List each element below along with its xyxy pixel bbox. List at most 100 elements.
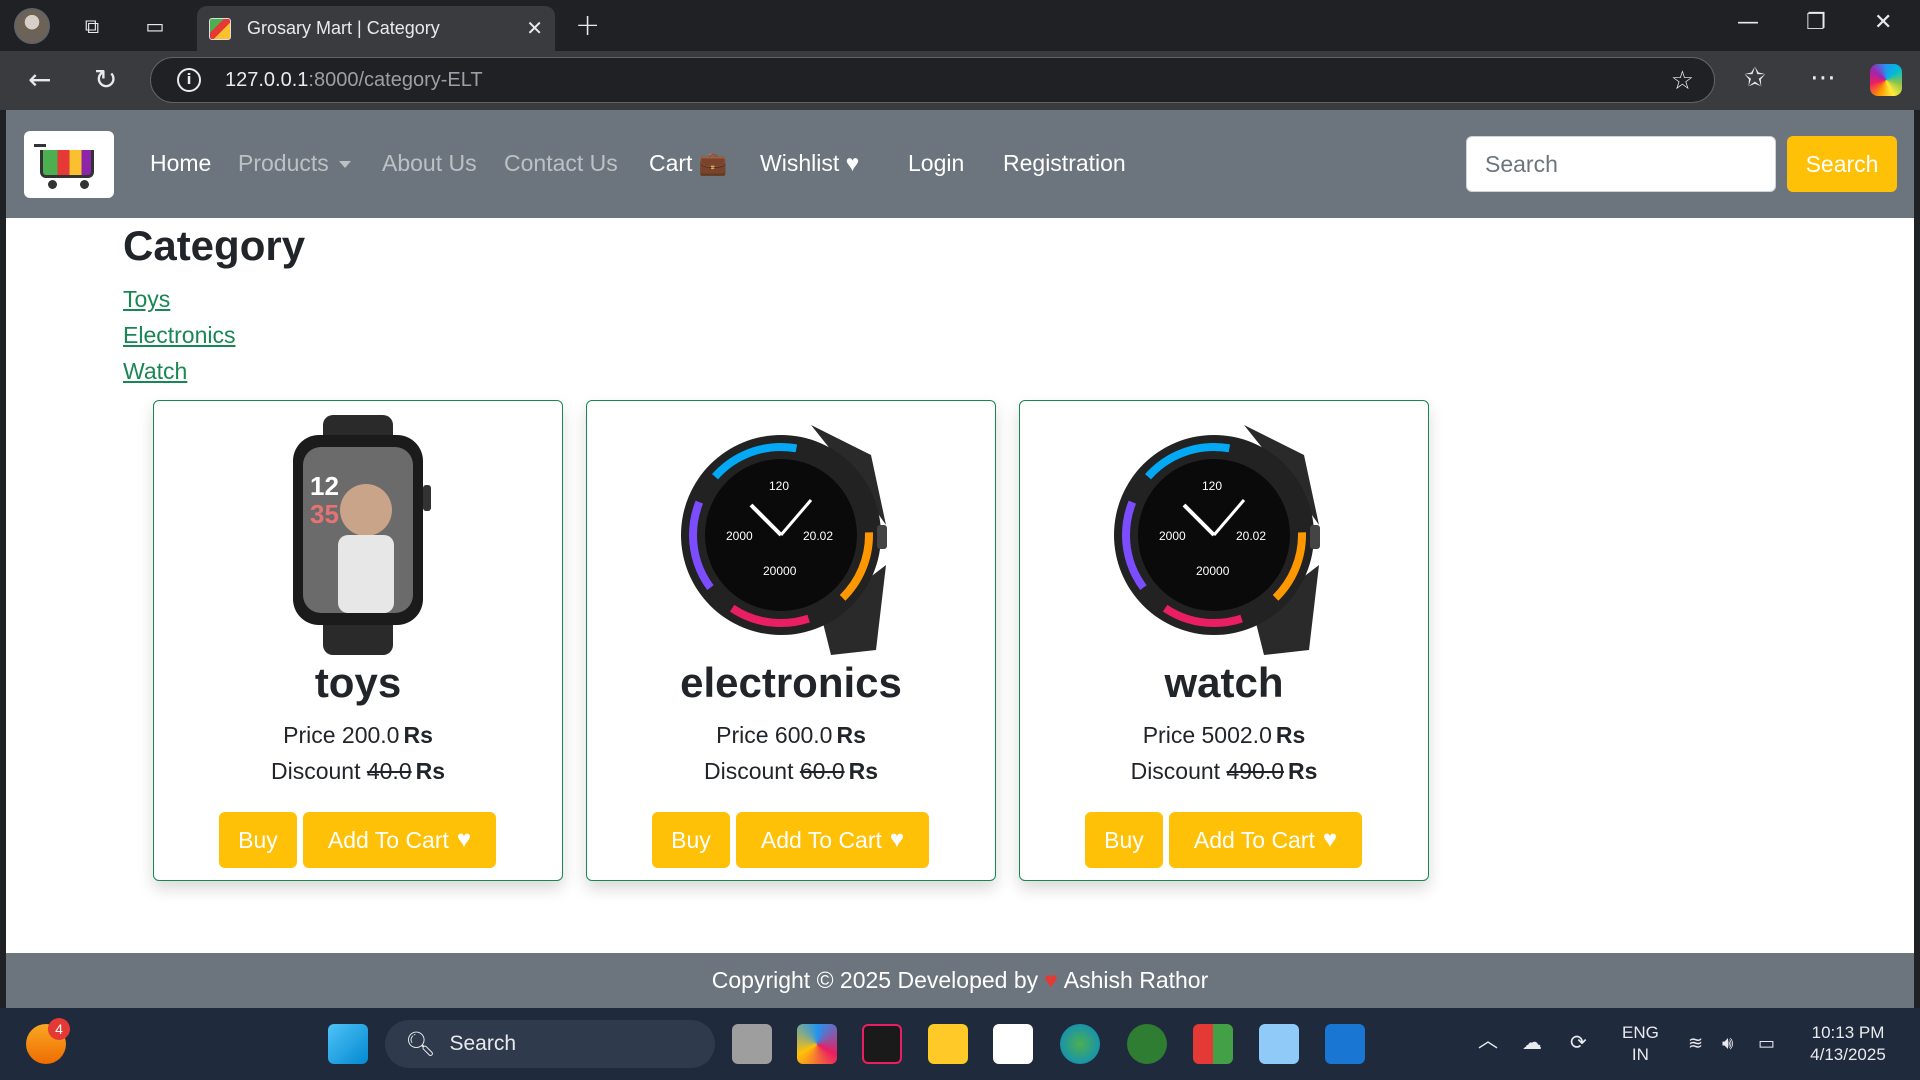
chevron-up-icon[interactable]: ︿ bbox=[1478, 1030, 1498, 1052]
nav-products[interactable]: Products bbox=[238, 150, 351, 177]
product-card: 12 35 toys Price 200.0 Rs Discount 40.0 Rs… bbox=[153, 400, 563, 881]
buy-button[interactable]: Buy bbox=[652, 812, 730, 868]
footer-copyright: Copyright © 2025 Developed by bbox=[711, 967, 1039, 993]
sync-icon[interactable]: ⟳ bbox=[1570, 1032, 1587, 1054]
star-icon[interactable]: ☆ bbox=[1671, 66, 1694, 96]
discount-value: 60.0 bbox=[799, 758, 845, 784]
file-explorer-icon[interactable] bbox=[928, 1024, 968, 1064]
discount-value: 40.0 bbox=[366, 758, 412, 784]
buy-button[interactable]: Buy bbox=[219, 812, 297, 868]
workspaces-icon[interactable]: ⧉ bbox=[76, 10, 108, 42]
currency-label: Rs bbox=[1288, 758, 1318, 784]
add-to-cart-button[interactable]: Add To Cart ♥ bbox=[736, 812, 929, 868]
copilot-app-icon[interactable] bbox=[797, 1024, 837, 1064]
svg-text:20.02: 20.02 bbox=[803, 529, 833, 543]
footer-author: Ashish Rathor bbox=[1063, 967, 1209, 993]
product-card: 120 2000 20.02 20000 electronics Price 6… bbox=[586, 400, 996, 881]
close-window-icon[interactable]: ✕ bbox=[1874, 10, 1892, 35]
site-logo[interactable] bbox=[24, 131, 114, 198]
nav-login[interactable]: Login bbox=[908, 150, 964, 177]
edge-icon[interactable] bbox=[1060, 1024, 1100, 1064]
battery-icon[interactable]: ▭ bbox=[1758, 1032, 1775, 1054]
app-icon[interactable] bbox=[1259, 1024, 1299, 1064]
nav-cart[interactable]: Cart 💼 bbox=[649, 150, 727, 177]
site-footer: Copyright © 2025 Developed by ♥ Ashish R… bbox=[6, 953, 1914, 1008]
svg-text:20000: 20000 bbox=[763, 564, 797, 578]
minimize-icon[interactable]: — bbox=[1737, 10, 1759, 35]
task-view-icon[interactable] bbox=[732, 1024, 772, 1064]
site-navbar: Home Products About Us Contact Us Cart 💼… bbox=[6, 110, 1914, 218]
app-grid-icon[interactable] bbox=[1193, 1024, 1233, 1064]
search-button[interactable]: Search bbox=[1787, 136, 1897, 192]
profile-avatar[interactable] bbox=[14, 8, 50, 44]
xbox-icon[interactable] bbox=[1127, 1024, 1167, 1064]
windows-icon[interactable] bbox=[328, 1024, 368, 1064]
category-link-electronics[interactable]: Electronics bbox=[123, 322, 235, 349]
nav-wishlist[interactable]: Wishlist ♥ bbox=[760, 150, 859, 177]
back-icon[interactable]: ← bbox=[28, 63, 51, 96]
currency-label: Rs bbox=[836, 722, 866, 748]
restore-icon[interactable]: ❐ bbox=[1806, 10, 1826, 35]
nav-cart-label: Cart bbox=[649, 150, 693, 176]
more-icon[interactable]: ⋯ bbox=[1810, 63, 1836, 93]
browser-tab-active[interactable]: Grosary Mart | Category ✕ bbox=[197, 6, 555, 51]
tab-close-icon[interactable]: ✕ bbox=[526, 16, 543, 40]
windows-taskbar: 🔍︎ Search ︿ ☁ ⟳ ENG IN ≋ 🔊︎ ▭ 10:13 PM 4/1… bbox=[0, 1008, 1920, 1080]
currency-label: Rs bbox=[1275, 722, 1306, 748]
wifi-icon[interactable]: ≋ bbox=[1688, 1032, 1703, 1054]
price-value: 200.0 bbox=[341, 722, 400, 748]
product-price: Price 5002.0 Rs bbox=[1020, 722, 1428, 749]
price-label: Price bbox=[283, 722, 336, 748]
page-title: Category bbox=[123, 222, 306, 269]
refresh-icon[interactable]: ↻ bbox=[94, 63, 117, 96]
buy-button[interactable]: Buy bbox=[1085, 812, 1163, 868]
heart-icon: ♥ bbox=[456, 826, 472, 853]
taskbar-search[interactable]: 🔍︎ Search bbox=[385, 1020, 715, 1068]
favorites-icon[interactable]: ✩ bbox=[1744, 63, 1766, 93]
language-indicator[interactable]: ENG IN bbox=[1622, 1022, 1659, 1066]
category-link-toys[interactable]: Toys bbox=[123, 286, 170, 313]
new-tab-icon[interactable]: + bbox=[575, 8, 600, 43]
vscode-icon[interactable] bbox=[1325, 1024, 1365, 1064]
product-discount: Discount 490.0 Rs bbox=[1020, 758, 1428, 785]
nav-registration[interactable]: Registration bbox=[1003, 150, 1126, 177]
tab-actions-icon[interactable]: ▭ bbox=[139, 10, 171, 42]
currency-label: Rs bbox=[403, 722, 433, 748]
url-path: :8000/category-ELT bbox=[308, 68, 483, 91]
svg-text:120: 120 bbox=[1202, 479, 1222, 493]
product-title: electronics bbox=[680, 659, 902, 706]
add-to-cart-label: Add To Cart bbox=[760, 826, 882, 853]
cloud-icon[interactable]: ☁ bbox=[1522, 1032, 1542, 1054]
discount-label: Discount bbox=[703, 758, 794, 784]
currency-label: Rs bbox=[848, 758, 879, 784]
language-code: ENG bbox=[1622, 1023, 1659, 1042]
copilot-icon[interactable] bbox=[1870, 64, 1902, 96]
nav-about[interactable]: About Us bbox=[382, 150, 477, 177]
notification-badge: 4 bbox=[48, 1018, 70, 1040]
heart-icon: ♥ bbox=[889, 826, 905, 853]
discount-label: Discount bbox=[1130, 758, 1221, 784]
svg-text:20.02: 20.02 bbox=[1236, 529, 1266, 543]
store-icon[interactable] bbox=[993, 1024, 1033, 1064]
currency-label: Rs bbox=[415, 758, 446, 784]
svg-text:2000: 2000 bbox=[726, 529, 753, 543]
add-to-cart-button[interactable]: Add To Cart ♥ bbox=[303, 812, 496, 868]
product-image-square-smartwatch: 12 35 bbox=[293, 415, 431, 655]
product-image-round-smartwatch: 120 2000 20.02 20000 bbox=[1114, 425, 1320, 655]
nav-contact[interactable]: Contact Us bbox=[504, 150, 618, 177]
taskbar-search-label: Search bbox=[449, 1032, 517, 1055]
nav-home[interactable]: Home bbox=[150, 150, 211, 177]
clock[interactable]: 10:13 PM 4/13/2025 bbox=[1800, 1022, 1896, 1066]
search-input[interactable] bbox=[1466, 136, 1776, 192]
price-label: Price bbox=[1142, 722, 1196, 748]
address-bar[interactable]: i 127.0.0.1:8000/category-ELT ☆ bbox=[150, 57, 1715, 103]
info-icon[interactable]: i bbox=[177, 68, 201, 92]
category-link-watch[interactable]: Watch bbox=[123, 358, 187, 385]
volume-icon[interactable]: 🔊︎ bbox=[1722, 1032, 1733, 1054]
add-to-cart-button[interactable]: Add To Cart ♥ bbox=[1169, 812, 1362, 868]
svg-text:35: 35 bbox=[310, 499, 339, 529]
svg-text:120: 120 bbox=[769, 479, 789, 493]
browser-tab-strip: ⧉ ▭ Grosary Mart | Category ✕ + — ❐ ✕ bbox=[0, 0, 1920, 51]
jetbrains-icon[interactable] bbox=[862, 1024, 902, 1064]
product-discount: Discount 60.0 Rs bbox=[587, 758, 995, 785]
